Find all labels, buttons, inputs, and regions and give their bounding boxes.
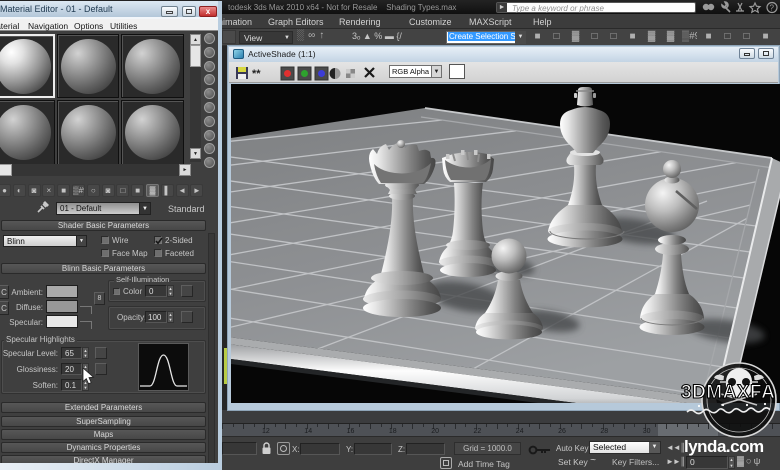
svg-text:3DMAXFA: 3DMAXFA [681,382,775,403]
svg-text:**: ** [252,68,261,80]
svg-text:?: ? [770,4,775,13]
